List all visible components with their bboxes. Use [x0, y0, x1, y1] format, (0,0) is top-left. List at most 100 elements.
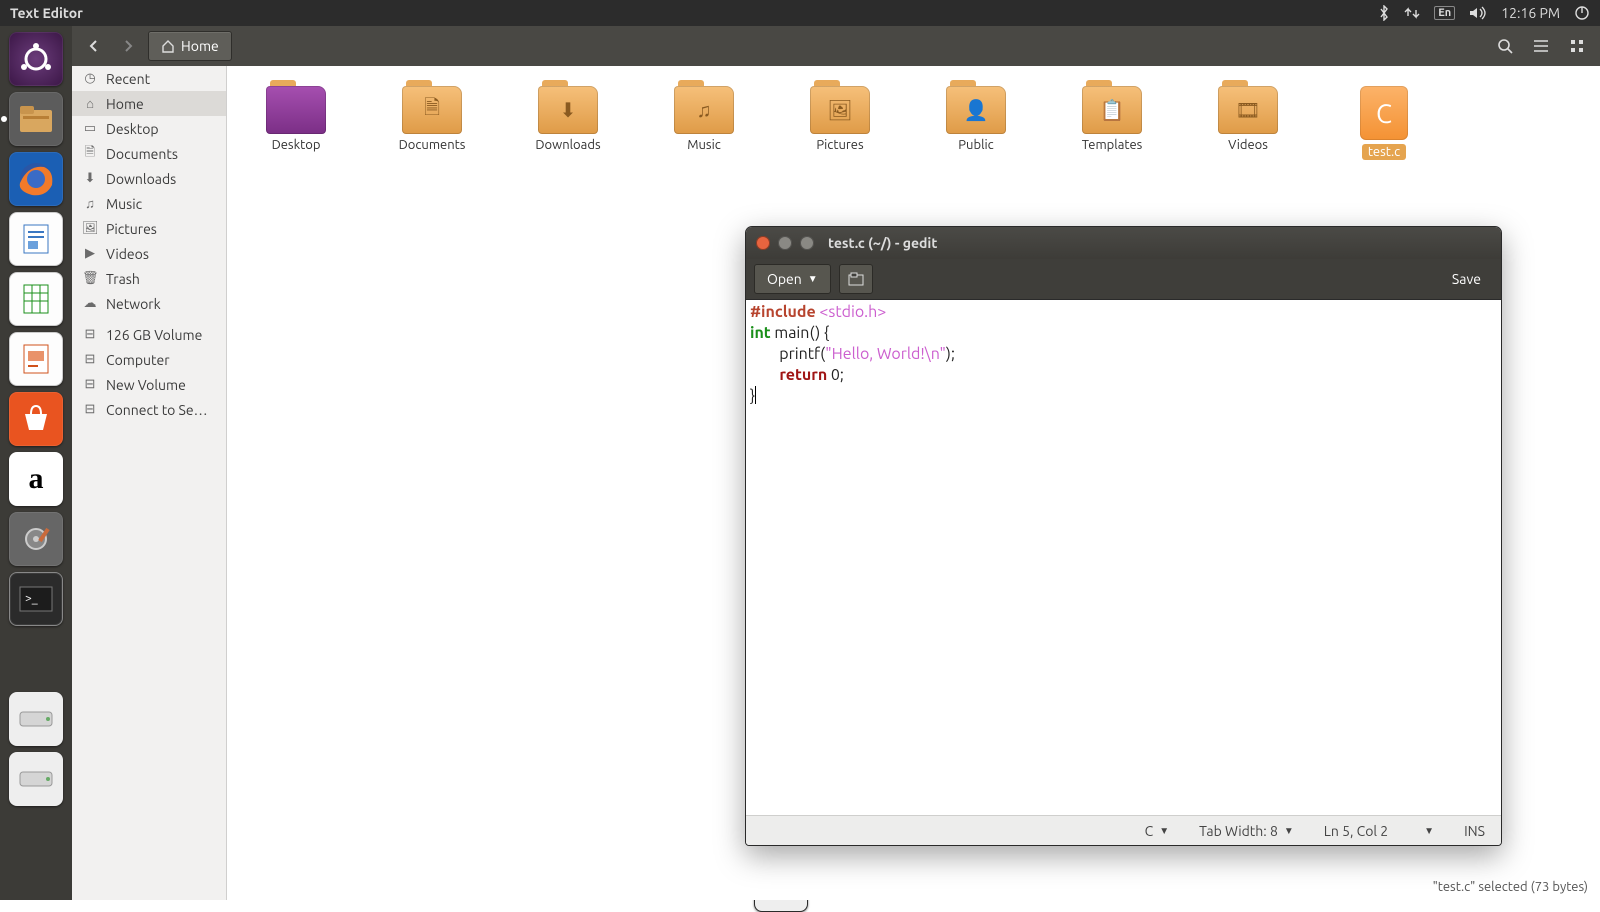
save-button[interactable]: Save	[1440, 264, 1493, 294]
sidebar-item-connect-to-se-[interactable]: ⊟Connect to Se…	[72, 397, 226, 422]
bluetooth-icon[interactable]	[1378, 5, 1390, 21]
sidebar-item-desktop[interactable]: ▭ Desktop	[72, 116, 226, 141]
home-icon	[161, 39, 175, 53]
nav-back-button[interactable]	[80, 32, 108, 60]
list-view-button[interactable]	[1526, 31, 1556, 61]
sidebar-item-pictures[interactable]: 🖼 Pictures	[72, 216, 226, 241]
gedit-toolbar: Open ▼ Save	[746, 259, 1501, 299]
launcher-files[interactable]	[9, 92, 63, 146]
network-icon[interactable]	[1404, 6, 1420, 20]
item-label: Music	[687, 138, 721, 152]
keyboard-lang-indicator[interactable]: En	[1434, 6, 1455, 20]
sidebar-item-trash[interactable]: 🗑Trash	[72, 266, 226, 291]
sidebar-item-computer[interactable]: ⊟Computer	[72, 347, 226, 372]
folder-templates[interactable]: 📋Templates	[1069, 86, 1155, 160]
sidebar-item-label: Home	[106, 96, 144, 112]
sidebar-item-label: Desktop	[106, 121, 159, 137]
sidebar-item-label: Pictures	[106, 221, 157, 237]
window-close-button[interactable]	[756, 236, 770, 250]
launcher-firefox[interactable]	[9, 152, 63, 206]
folder-music[interactable]: ♫ Music	[661, 86, 747, 160]
item-label: test.c	[1362, 144, 1406, 160]
folder-public[interactable]: 👤Public	[933, 86, 1019, 160]
item-label: Pictures	[816, 138, 863, 152]
grid-view-button[interactable]	[1562, 31, 1592, 61]
status-lang[interactable]: C▼	[1145, 823, 1170, 839]
session-icon[interactable]	[1574, 5, 1590, 21]
sidebar-item-icon: 🗎	[82, 143, 98, 165]
launcher-drive-1[interactable]	[9, 692, 63, 746]
item-label: Public	[958, 138, 993, 152]
folder-videos[interactable]: 🎞 Videos	[1205, 86, 1291, 160]
launcher-drive-2[interactable]	[9, 752, 63, 806]
text-cursor	[755, 386, 756, 404]
sidebar-item-videos[interactable]: ▶Videos	[72, 241, 226, 266]
folder-downloads[interactable]: ⬇Downloads	[525, 86, 611, 160]
sidebar-item-recent[interactable]: ◷ Recent	[72, 66, 226, 91]
search-button[interactable]	[1490, 31, 1520, 61]
pathbar-home[interactable]: Home	[148, 31, 232, 61]
status-cursor-pos[interactable]: Ln 5, Col 2▼	[1324, 823, 1434, 839]
gedit-titlebar[interactable]: test.c (~/) - gedit	[746, 227, 1501, 259]
sidebar-item-label: Connect to Se…	[106, 402, 208, 418]
svg-text:>_: >_	[25, 592, 38, 605]
clock[interactable]: 12:16 PM	[1501, 5, 1560, 21]
launcher-writer[interactable]	[9, 212, 63, 266]
item-label: Desktop	[272, 138, 321, 152]
folder-desktop[interactable]: Desktop	[253, 86, 339, 160]
sidebar-item-network[interactable]: ☁Network	[72, 291, 226, 316]
sidebar-item-label: Recent	[106, 71, 150, 87]
sidebar-item-icon: 🖼	[82, 221, 98, 236]
item-label: Templates	[1082, 138, 1143, 152]
sidebar-item-icon: ⊟	[82, 352, 98, 367]
nav-forward-button[interactable]	[114, 32, 142, 60]
item-label: Videos	[1228, 138, 1268, 152]
folder-icon: 🎞	[1218, 86, 1278, 134]
chevron-down-icon: ▼	[808, 273, 818, 285]
launcher-software-center[interactable]	[9, 392, 63, 446]
sidebar-item-documents[interactable]: 🗎 Documents	[72, 141, 226, 166]
sidebar-item-icon: ▭	[82, 121, 98, 136]
sidebar-item-126-gb-volume[interactable]: ⊟126 GB Volume	[72, 322, 226, 347]
new-tab-button[interactable]	[839, 264, 873, 294]
sidebar-item-label: Downloads	[106, 171, 176, 187]
sidebar-item-icon: ⊟	[82, 327, 98, 342]
launcher-impress[interactable]	[9, 332, 63, 386]
launcher-terminal[interactable]: >_	[9, 572, 63, 626]
file-icon: C	[1360, 86, 1408, 140]
status-insert-mode[interactable]: INS	[1464, 823, 1485, 839]
save-button-label: Save	[1452, 271, 1481, 287]
folder-documents[interactable]: 🗎 Documents	[389, 86, 475, 160]
sidebar-item-icon: ⌂	[82, 96, 98, 111]
status-tabwidth[interactable]: Tab Width: 8▼	[1199, 823, 1294, 839]
window-maximize-button[interactable]	[800, 236, 814, 250]
item-label: Documents	[399, 138, 466, 152]
launcher-calc[interactable]	[9, 272, 63, 326]
sidebar-item-new-volume[interactable]: ⊟New Volume	[72, 372, 226, 397]
gedit-window: test.c (~/) - gedit Open ▼ Save #include…	[745, 226, 1502, 846]
open-button[interactable]: Open ▼	[754, 264, 831, 294]
launcher-settings[interactable]	[9, 512, 63, 566]
folder-pictures[interactable]: 🖼Pictures	[797, 86, 883, 160]
launcher-dash[interactable]	[9, 32, 63, 86]
sidebar-item-label: Documents	[106, 146, 178, 162]
sidebar-item-icon: ♫	[82, 196, 98, 211]
sidebar-item-icon: ◷	[82, 71, 98, 86]
sidebar-item-home[interactable]: ⌂ Home	[72, 91, 226, 116]
item-label: Downloads	[535, 138, 600, 152]
folder-icon: 🗎	[402, 86, 462, 134]
sidebar-item-icon: ⬇	[82, 171, 98, 186]
sidebar-item-downloads[interactable]: ⬇ Downloads	[72, 166, 226, 191]
sidebar-item-icon: ⊟	[82, 377, 98, 392]
folder-icon	[266, 86, 326, 134]
folder-icon: ♫	[674, 86, 734, 134]
window-minimize-button[interactable]	[778, 236, 792, 250]
gedit-text-area[interactable]: #include <stdio.h> int main() { printf("…	[746, 299, 1501, 815]
launcher-amazon[interactable]: a	[9, 452, 63, 506]
sidebar-item-label: Videos	[106, 246, 149, 262]
volume-icon[interactable]	[1469, 6, 1487, 20]
file-test-c[interactable]: Ctest.c	[1341, 86, 1427, 160]
sidebar-item-icon: 🗑	[82, 271, 98, 286]
sidebar-item-music[interactable]: ♫Music	[72, 191, 226, 216]
files-sidebar: ◷ Recent ⌂ Home ▭ Desktop 🗎 Documents ⬇ Downloads…	[72, 66, 227, 900]
